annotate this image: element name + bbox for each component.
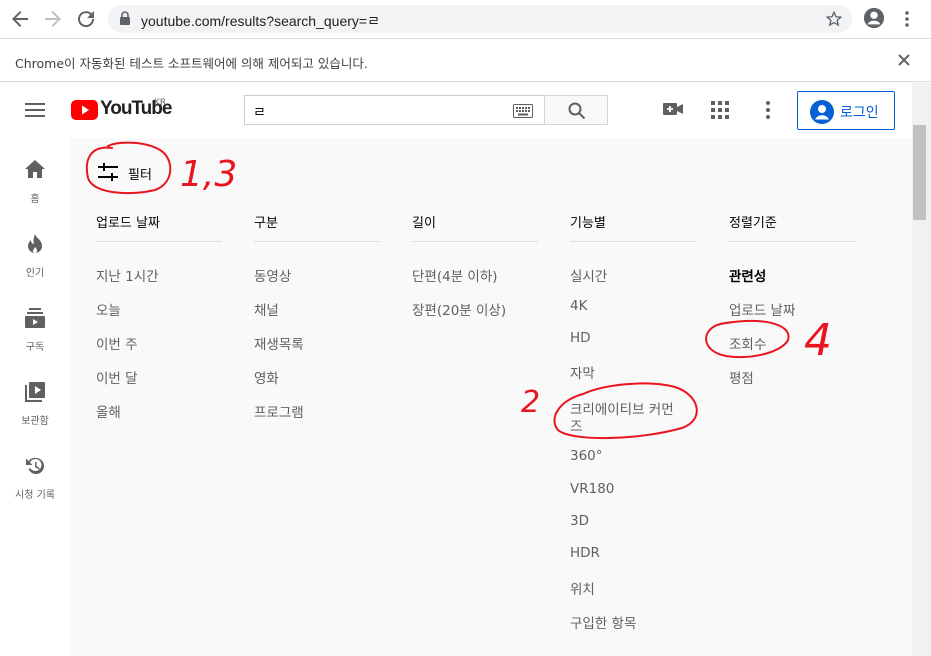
apps-grid-icon[interactable]: [711, 101, 729, 123]
bookmark-star-icon[interactable]: [825, 10, 843, 32]
sort-option[interactable]: 평점: [729, 367, 754, 387]
scrollbar-thumb[interactable]: [913, 125, 926, 220]
filter-header-upload-date: 업로드 날짜: [96, 216, 160, 231]
search-button[interactable]: [544, 95, 608, 125]
divider: [729, 241, 855, 242]
filter-option[interactable]: 채널: [254, 299, 279, 319]
automation-infobar: Chrome이 자동화된 테스트 소프트웨어에 의해 제어되고 있습니다.: [0, 38, 931, 82]
filter-sliders-icon: [98, 163, 118, 185]
search-icon: [568, 102, 586, 124]
sidebar: 홈 인기 구독 보관함 시청 기록: [0, 138, 70, 656]
filter-option-continued[interactable]: 즈: [570, 415, 582, 435]
filter-option[interactable]: 자막: [570, 362, 595, 382]
subscriptions-icon: [25, 308, 45, 332]
settings-more-icon[interactable]: [760, 100, 776, 124]
filter-header-duration: 길이: [412, 216, 436, 231]
filter-option[interactable]: HD: [570, 330, 591, 346]
fire-icon: [26, 233, 44, 259]
youtube-logo[interactable]: [71, 100, 98, 124]
filter-option[interactable]: 지난 1시간: [96, 265, 159, 285]
sort-option[interactable]: 업로드 날짜: [729, 299, 795, 319]
filter-option[interactable]: 4K: [570, 298, 587, 314]
filter-button[interactable]: 필터: [95, 160, 165, 184]
filter-option[interactable]: 구입한 항목: [570, 612, 636, 632]
filter-option[interactable]: 크리에이티브 커먼: [570, 398, 674, 418]
sidebar-item-label: 보관함: [21, 416, 49, 427]
keyboard-icon[interactable]: [513, 103, 533, 122]
filter-header-features: 기능별: [570, 216, 606, 231]
sidebar-item-trending[interactable]: 인기: [0, 230, 70, 300]
filter-header-sort-by: 정렬기준: [729, 216, 777, 231]
filter-option[interactable]: HDR: [570, 545, 600, 561]
sidebar-item-subscriptions[interactable]: 구독: [0, 304, 70, 374]
filter-option[interactable]: 이번 달: [96, 367, 138, 387]
home-icon: [24, 159, 46, 183]
library-icon: [25, 382, 45, 406]
divider: [254, 241, 380, 242]
filter-option[interactable]: 오늘: [96, 299, 121, 319]
filter-option[interactable]: 이번 주: [96, 333, 138, 353]
history-icon: [25, 456, 45, 480]
login-label: 로그인: [840, 105, 879, 121]
create-video-icon[interactable]: [663, 101, 683, 121]
automation-notice: Chrome이 자동화된 테스트 소프트웨어에 의해 제어되고 있습니다.: [15, 56, 368, 71]
divider: [412, 241, 538, 242]
sort-option-selected[interactable]: 관련성: [729, 265, 766, 285]
sidebar-item-label: 홈: [30, 194, 40, 205]
lock-icon[interactable]: [119, 11, 131, 30]
sidebar-item-library[interactable]: 보관함: [0, 378, 70, 448]
logo-region: KR: [154, 98, 167, 108]
forward-icon[interactable]: [41, 7, 65, 31]
filter-option[interactable]: 단편(4분 이하): [412, 265, 498, 285]
filter-option[interactable]: 올해: [96, 401, 121, 421]
filter-option[interactable]: 프로그램: [254, 401, 304, 421]
filter-option[interactable]: 360°: [570, 448, 603, 464]
hamburger-menu-icon[interactable]: [24, 101, 46, 123]
filter-option[interactable]: 장편(20분 이상): [412, 299, 506, 319]
filter-title: 필터: [128, 168, 152, 183]
sidebar-item-history[interactable]: 시청 기록: [0, 452, 70, 522]
search-input[interactable]: ㄹ: [244, 95, 545, 125]
divider: [96, 241, 222, 242]
filter-option[interactable]: VR180: [570, 481, 614, 497]
filter-option[interactable]: 영화: [254, 367, 279, 387]
sort-option[interactable]: 조회수: [729, 333, 766, 353]
login-button[interactable]: 로그인: [797, 91, 895, 130]
filter-header-type: 구분: [254, 216, 278, 231]
url-text: youtube.com/results?search_query=ㄹ: [141, 13, 380, 29]
reload-icon[interactable]: [74, 7, 98, 31]
filter-option[interactable]: 실시간: [570, 265, 607, 285]
filter-option[interactable]: 3D: [570, 513, 589, 529]
chrome-menu-icon[interactable]: [895, 7, 919, 31]
filter-option[interactable]: 재생목록: [254, 333, 304, 353]
close-icon[interactable]: [897, 52, 911, 71]
address-bar[interactable]: youtube.com/results?search_query=ㄹ: [108, 5, 852, 33]
filter-option[interactable]: 위치: [570, 578, 595, 598]
sidebar-item-label: 구독: [25, 342, 45, 353]
back-icon[interactable]: [8, 7, 32, 31]
sidebar-item-label: 인기: [25, 268, 45, 279]
browser-toolbar: youtube.com/results?search_query=ㄹ: [0, 0, 931, 38]
sidebar-item-home[interactable]: 홈: [0, 156, 70, 226]
sidebar-item-label: 시청 기록: [15, 490, 55, 501]
account-icon: [810, 100, 834, 128]
divider: [570, 241, 696, 242]
search-query: ㄹ: [253, 105, 266, 121]
filter-option[interactable]: 동영상: [254, 265, 291, 285]
youtube-header: YouTube KR ㄹ 로그인: [0, 83, 912, 138]
search-results-area: 필터 업로드 날짜 지난 1시간 오늘 이번 주 이번 달 올해 구분 동영상 …: [71, 138, 912, 656]
profile-icon[interactable]: [862, 7, 886, 31]
